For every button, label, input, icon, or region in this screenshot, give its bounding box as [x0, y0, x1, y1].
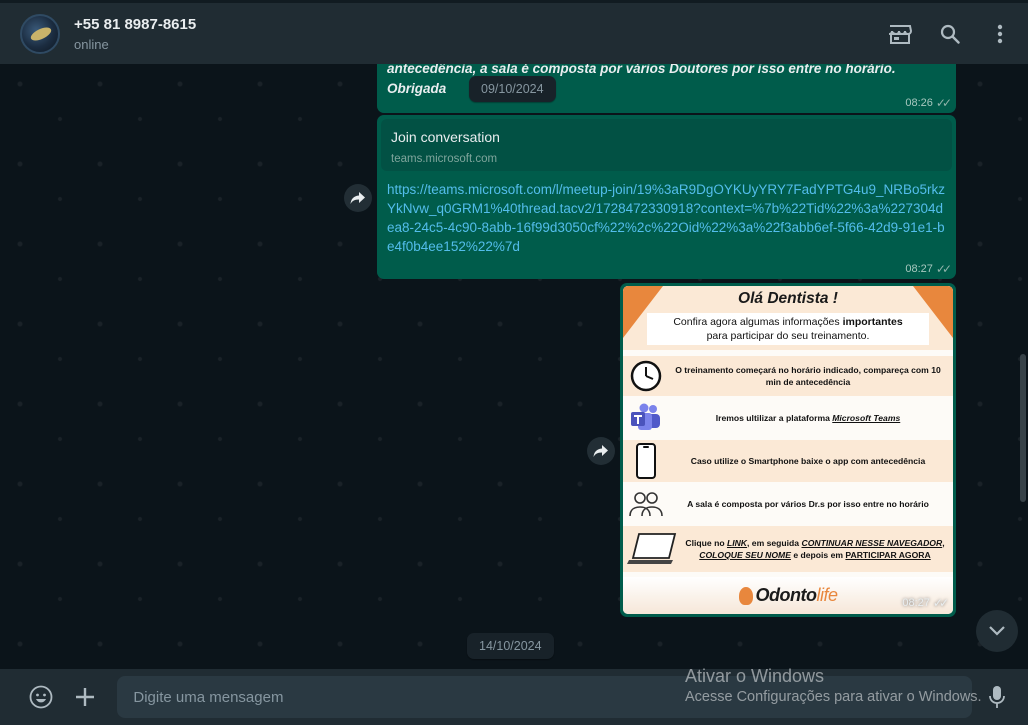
flyer-row-text: Caso utilize o Smartphone baixe o app co…	[690, 456, 926, 466]
flyer-row: A sala é composta por vários Dr.s por is…	[623, 483, 953, 525]
flyer-row-text-part: e depois em	[790, 550, 846, 560]
message-meta: 08:26 ✓✓	[905, 96, 952, 110]
flyer-row-text: Clique no LINK, em seguida CONTINUAR NES…	[683, 537, 953, 561]
flyer-subtitle-text: para participar do seu treinamento.	[706, 330, 870, 342]
flyer-row-text-emph: LINK	[726, 538, 748, 548]
message-link[interactable]: https://teams.microsoft.com/l/meetup-joi…	[381, 171, 952, 256]
flyer-row-text-part: Iremos ultilizar a plataforma	[715, 413, 833, 423]
image-message[interactable]: Olá Dentista ! Confira agora algumas inf…	[620, 283, 956, 617]
double-check-icon: ✓✓	[932, 596, 949, 610]
link-preview-domain: teams.microsoft.com	[391, 153, 498, 165]
flyer-row-text-emph: COLOQUE SEU NOME	[699, 550, 791, 560]
contact-info[interactable]: +55 81 8987-8615 online	[74, 16, 196, 52]
logo-text-part: Odonto	[755, 585, 817, 605]
microphone-icon[interactable]	[984, 684, 1010, 710]
flyer-row-text: Iremos ultilizar a plataforma Microsoft …	[669, 412, 953, 424]
message-bubble[interactable]: Join conversation teams.microsoft.com ht…	[377, 115, 956, 279]
flyer-row-text-part: , em seguida	[747, 538, 802, 548]
message-text: antecedência, a sala é composta por vári…	[387, 64, 896, 76]
store-icon[interactable]	[888, 22, 912, 46]
users-icon	[623, 484, 669, 524]
flyer-subtitle-text: Confira agora algumas informações	[673, 316, 843, 328]
message-meta: 08:27 ✓✓	[905, 262, 952, 276]
contact-name: +55 81 8987-8615	[74, 15, 197, 33]
teams-icon	[623, 398, 669, 438]
message-input-placeholder: Digite uma mensagem	[133, 688, 284, 706]
scrollbar[interactable]	[1020, 354, 1026, 502]
flyer-row: Clique no LINK, em seguida CONTINUAR NES…	[623, 526, 953, 572]
double-check-icon: ✓✓	[935, 96, 952, 110]
logo-text: Odontolife	[755, 585, 839, 606]
flyer-row-text-emph: PARTICIPAR AGORA	[845, 550, 931, 560]
scroll-to-bottom-button[interactable]	[976, 610, 1018, 652]
windows-activation-watermark: Ativar o Windows Acesse Configurações pa…	[685, 666, 982, 705]
search-icon[interactable]	[938, 22, 962, 46]
flyer-subtitle: Confira agora algumas informações import…	[647, 313, 929, 345]
forward-icon[interactable]	[587, 437, 615, 465]
plus-icon[interactable]	[72, 684, 98, 710]
flyer-subtitle-bold: importantes	[842, 316, 903, 328]
flyer-row-text-emph: CONTINUAR NESSE NAVEGADOR	[801, 538, 943, 548]
flyer-row: Caso utilize o Smartphone baixe o app co…	[623, 440, 953, 482]
emoji-icon[interactable]	[28, 684, 54, 710]
flyer-row: Iremos ultilizar a plataforma Microsoft …	[623, 397, 953, 439]
smartphone-icon	[623, 441, 669, 481]
flyer-row-text: O treinamento começará no horário indica…	[675, 365, 941, 387]
flyer-row-text-emph: Microsoft Teams	[832, 413, 901, 423]
flyer-row: O treinamento começará no horário indica…	[623, 356, 953, 396]
message-text: Obrigada	[387, 81, 447, 96]
laptop-icon	[623, 529, 683, 569]
header-actions	[888, 22, 1012, 46]
forward-icon[interactable]	[344, 184, 372, 212]
clock-icon	[623, 356, 669, 396]
chevron-down-icon	[989, 626, 1005, 636]
chat-header: +55 81 8987-8615 online	[0, 0, 1028, 64]
flyer-title: Olá Dentista !	[738, 290, 838, 307]
tooth-icon	[738, 586, 753, 605]
contact-status: online	[74, 36, 109, 52]
date-separator: 09/10/2024	[469, 76, 556, 102]
flyer-row-text-part: ,	[942, 538, 945, 548]
date-separator: 14/10/2024	[467, 633, 554, 659]
message-list[interactable]: antecedência, a sala é composta por vári…	[0, 64, 1028, 669]
message-bubble[interactable]: antecedência, a sala é composta por vári…	[377, 64, 956, 113]
flyer-row-text-part: Clique no	[685, 538, 727, 548]
link-preview-title: Join conversation	[391, 129, 500, 145]
message-time: 08:27	[902, 597, 930, 609]
flyer-image[interactable]: Olá Dentista ! Confira agora algumas inf…	[623, 286, 953, 614]
watermark-subtitle: Acesse Configurações para ativar o Windo…	[685, 689, 982, 705]
message-time: 08:27	[905, 263, 933, 275]
message-meta: 08:27 ✓✓	[902, 596, 949, 610]
message-time: 08:26	[905, 97, 933, 109]
avatar[interactable]	[20, 13, 60, 54]
link-preview[interactable]: Join conversation teams.microsoft.com	[381, 119, 952, 171]
whatsapp-window: +55 81 8987-8615 online antecedência, a …	[0, 0, 1028, 725]
flyer-row-text: A sala é composta por vários Dr.s por is…	[687, 499, 929, 509]
more-vertical-icon[interactable]	[988, 22, 1012, 46]
double-check-icon: ✓✓	[935, 262, 952, 276]
watermark-title: Ativar o Windows	[685, 666, 825, 686]
logo-text-part: life	[816, 585, 838, 605]
